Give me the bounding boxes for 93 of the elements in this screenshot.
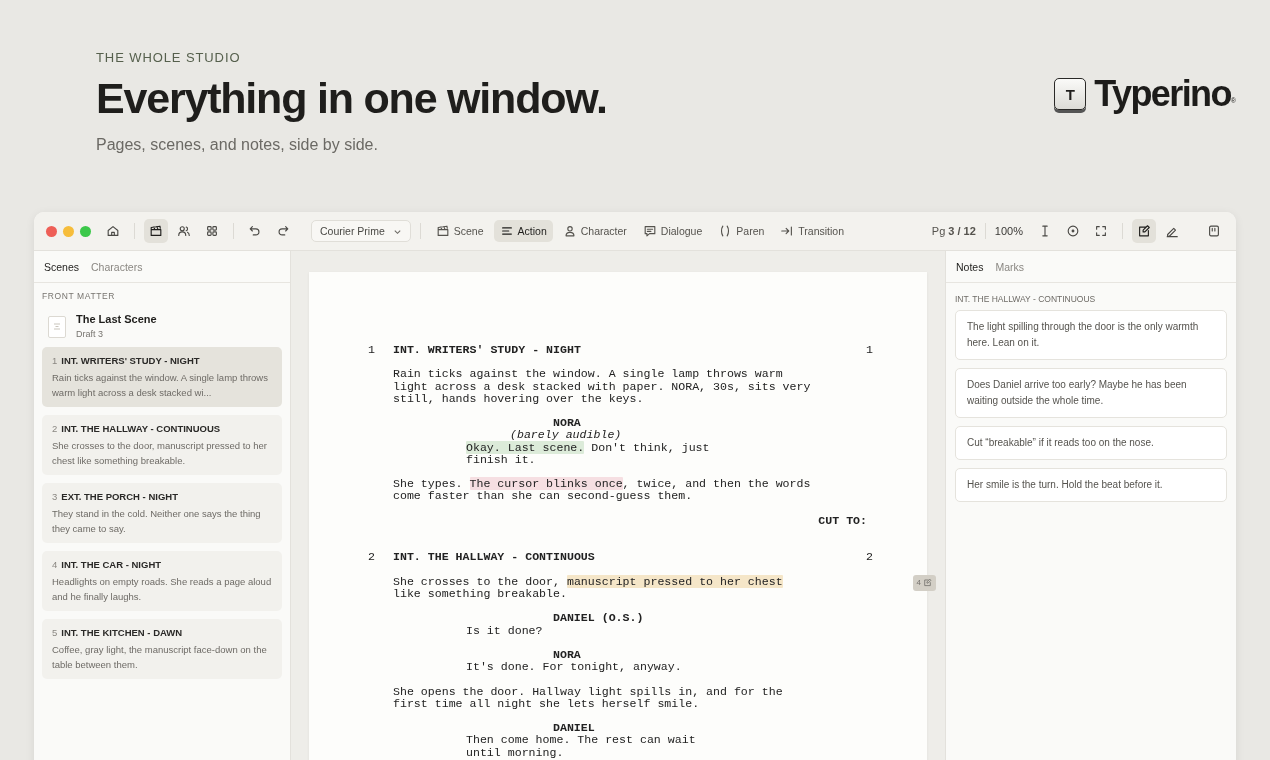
page-indicator: Pg 3 / 12: [931, 225, 976, 237]
scene-card[interactable]: 1 INT. WRITERS' STUDY - NIGHT Rain ticks against the window. A single lamp throws warm light across a desk stacked wi...: [42, 347, 282, 407]
character-name: DANIEL: [553, 722, 596, 735]
action-line: like something breakable.: [393, 587, 567, 601]
scene-number: 1: [52, 355, 58, 366]
home-icon: [106, 224, 120, 238]
action-line: light across a desk stacked with paper. NORA, 30s, sits very: [393, 380, 811, 393]
scene-summary: Coffee, gray light, the manuscript face-down on the table between them.: [52, 643, 268, 672]
headline: Everything in one window.: [96, 75, 607, 123]
format-button[interactable]: Transition: [774, 220, 851, 242]
scene-heading: INT. WRITERS' STUDY - NIGHT: [61, 355, 200, 366]
scene-card[interactable]: 2 INT. THE HALLWAY - CONTINUOUS She crosses to the door, manuscript pressed to her chest like something breakable.: [42, 415, 282, 475]
scene-card[interactable]: 5 INT. THE KITCHEN - DAWN Coffee, gray light, the manuscript face-down on the table between them.: [42, 619, 282, 679]
scene-summary: She crosses to the door, manuscript pressed to her chest like something breakable.: [52, 439, 268, 468]
font-dropdown[interactable]: Courier Prime: [311, 220, 411, 242]
scene-number: 3: [52, 491, 58, 502]
action-line: Rain ticks against the window. A single lamp throws warm: [393, 368, 783, 381]
speech-icon: [642, 224, 657, 238]
action-line: come faster than she can second-guess them.: [393, 490, 693, 503]
expand-icon: [1094, 224, 1108, 238]
dialogue-line: Okay. Last scene. Don't think, just: [466, 441, 710, 454]
scene-heading: INT. THE HALLWAY - CONTINUOUS: [61, 423, 221, 434]
clapper-tool-button[interactable]: [144, 219, 168, 243]
document-title[interactable]: The Last Scene: [76, 313, 157, 325]
character-name: DANIEL (O.S.): [553, 612, 645, 625]
parenthetical: (barely audible): [510, 429, 623, 442]
undo-icon: [248, 224, 262, 238]
format-button[interactable]: Paren: [712, 220, 771, 242]
note-card[interactable]: Cut “breakable” if it reads too on the nose.: [955, 426, 1227, 460]
note-card[interactable]: Her smile is the turn. Hold the beat before it.: [955, 468, 1227, 502]
scene-heading: INT. THE HALLWAY - CONTINUOUS: [393, 551, 596, 564]
note-tool-button[interactable]: [1132, 219, 1156, 243]
scene-heading: INT. THE KITCHEN - DAWN: [61, 627, 183, 638]
logo-key: T: [1054, 78, 1087, 110]
subtitle: Pages, scenes, and notes, side by side.: [96, 136, 379, 155]
people-icon: [177, 224, 191, 238]
grid-icon: [205, 224, 219, 238]
scene-summary: Rain ticks against the window. A single lamp throws warm light across a desk stacked wi...: [52, 371, 269, 400]
scene-number: 4: [52, 559, 58, 570]
dialogue-line: finish it.: [466, 453, 536, 466]
action-line: She opens the door. Hallway light spills in, and for the: [393, 685, 783, 698]
dialogue-line: Then come home. The rest can wait: [466, 734, 696, 747]
scene-summary: Headlights on empty roads. She reads a page aloud and he finally laughs.: [52, 575, 272, 604]
arrow-icon: [780, 224, 795, 238]
lines-icon: [499, 224, 514, 238]
scene-number: 1: [866, 344, 873, 357]
document-icon: [48, 316, 66, 338]
person-icon: [562, 224, 577, 238]
eyebrow-label: THE WHOLE STUDIO: [96, 50, 242, 65]
action-line: still, hands hovering over the keys.: [393, 392, 644, 405]
scene-number: 2: [368, 551, 376, 564]
panel-icon: [1207, 224, 1221, 238]
scene-heading: EXT. THE PORCH - NIGHT: [61, 491, 178, 502]
redo-icon: [276, 224, 290, 238]
target-icon: [1066, 224, 1080, 238]
note-icon: [923, 578, 932, 588]
scene-number: 5: [52, 627, 58, 638]
notes-tab[interactable]: Marks: [995, 260, 1025, 273]
dialogue-line: It's done. For tonight, anyway.: [466, 661, 682, 674]
scene-label: INT. THE HALLWAY - CONTINUOUS: [954, 293, 1097, 306]
sidebar-tab[interactable]: Scenes: [44, 260, 80, 273]
character-name: NORA: [553, 417, 582, 430]
action-line: She types. The cursor blinks once, twice, and then the words: [393, 478, 811, 491]
scene-number: 2: [866, 551, 873, 564]
scene-summary: They stand in the cold. Neither one says the thing they came to say.: [52, 507, 262, 536]
scene-number: 1: [368, 344, 376, 357]
character-name: NORA: [553, 648, 582, 662]
note-card[interactable]: The light spilling through the door is the only warmth here. Lean on it.: [955, 310, 1227, 360]
notes-tab[interactable]: Notes: [956, 260, 984, 273]
format-button[interactable]: Action: [493, 220, 553, 242]
wordmark: Typerino: [1094, 73, 1231, 115]
dialogue-line: Is it done?: [466, 624, 543, 637]
section-label: FRONT MATTER: [41, 290, 116, 301]
scene-card[interactable]: 4 INT. THE CAR - NIGHT Headlights on empty roads. She reads a page aloud and he finally laughs.: [42, 551, 282, 611]
note-card[interactable]: Does Daniel arrive too early? Maybe he has been waiting outside the whole time.: [955, 368, 1227, 418]
scene-heading: INT. THE CAR - NIGHT: [61, 559, 162, 570]
action-line: She crosses to the door, manuscript pressed to her chest: [393, 575, 783, 588]
sidebar-tab[interactable]: Characters: [91, 260, 143, 273]
dialogue-line: until morning.: [466, 746, 564, 759]
scene-number: 2: [52, 423, 58, 434]
document-subtitle: Draft 3: [76, 329, 104, 339]
window-control[interactable]: [46, 225, 57, 237]
format-button[interactable]: Scene: [429, 220, 490, 242]
clapper-icon: [149, 224, 163, 238]
action-line: first time all night she lets herself smile.: [393, 697, 700, 710]
zoom-level[interactable]: 100%: [994, 225, 1023, 237]
format-button[interactable]: Dialogue: [636, 220, 709, 242]
transition: CUT TO:: [817, 514, 867, 527]
scene-card[interactable]: 3 EXT. THE PORCH - NIGHT They stand in the cold. Neither one says the thing they came to say.: [42, 483, 282, 543]
clapper-icon: [435, 224, 450, 238]
note-icon: [1137, 224, 1151, 238]
format-button[interactable]: Character: [556, 220, 633, 242]
scene-heading: INT. WRITERS' STUDY - NIGHT: [393, 344, 582, 357]
